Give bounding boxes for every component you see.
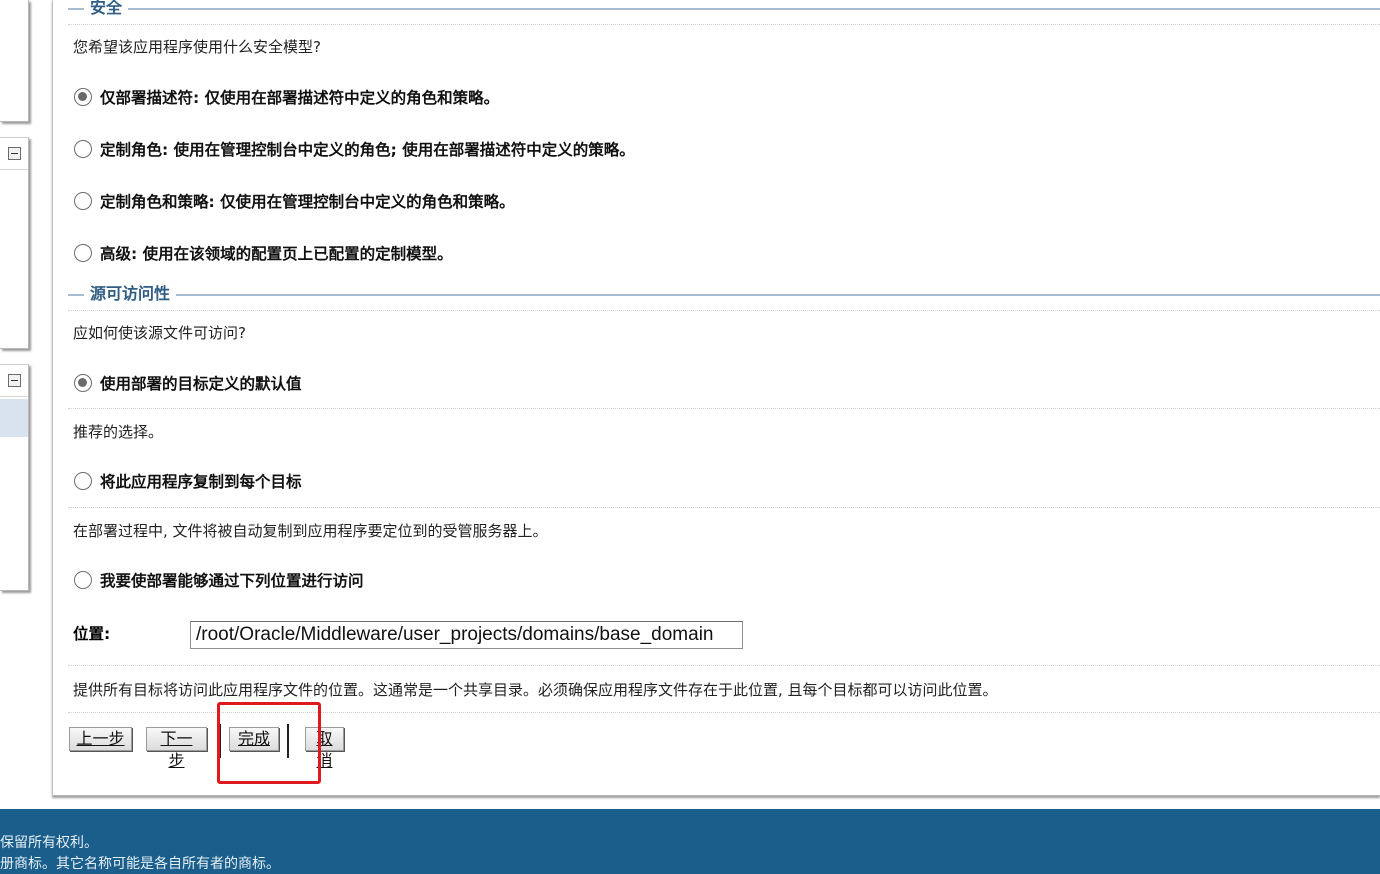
selected-nav-item[interactable]	[0, 399, 28, 437]
option-label: 使用部署的目标定义的默认值	[100, 375, 302, 393]
divider	[68, 8, 1380, 10]
source-option-copy[interactable]: 将此应用程序复制到每个目标	[74, 470, 302, 492]
security-section-header: 安全	[68, 0, 1380, 21]
section-title: 源可访问性	[84, 284, 177, 304]
security-option-advanced[interactable]: 高级: 使用在该领域的配置页上已配置的定制模型。	[74, 242, 453, 264]
security-option-custom-roles-policies[interactable]: 定制角色和策略: 仅使用在管理控制台中定义的角色和策略。	[74, 190, 515, 212]
radio-button[interactable]	[74, 140, 92, 158]
source-question: 应如何使该源文件可访问?	[73, 324, 246, 342]
next-button[interactable]: 下一步	[146, 727, 207, 770]
radio-button[interactable]	[74, 244, 92, 262]
radio-button[interactable]	[74, 472, 92, 490]
option-label: 定制角色: 使用在管理控制台中定义的角色; 使用在部署描述符中定义的策略。	[100, 141, 635, 159]
option-label: 将此应用程序复制到每个目标	[100, 473, 302, 491]
divider	[68, 408, 1380, 409]
collapse-icon[interactable]	[8, 147, 21, 160]
option-help-text: 推荐的选择。	[73, 423, 164, 441]
option-label: 高级: 使用在该领域的配置页上已配置的定制模型。	[100, 245, 453, 263]
highlight-annotation	[217, 702, 321, 784]
radio-button-checked[interactable]	[74, 374, 92, 392]
previous-button[interactable]: 上一步	[69, 727, 132, 751]
security-question: 您希望该应用程序使用什么安全模型?	[73, 38, 321, 56]
security-option-deployment-descriptor[interactable]: 仅部署描述符: 仅使用在部署描述符中定义的角色和策略。	[74, 86, 499, 108]
location-input[interactable]	[190, 621, 743, 649]
divider	[68, 665, 1380, 666]
source-option-default[interactable]: 使用部署的目标定义的默认值	[74, 372, 302, 394]
section-title: 安全	[84, 0, 129, 18]
option-help-text: 在部署过程中, 文件将被自动复制到应用程序要定位到的受管服务器上。	[73, 522, 548, 540]
radio-button[interactable]	[74, 192, 92, 210]
radio-button-checked[interactable]	[74, 88, 92, 106]
footer-trademark: 册商标。其它名称可能是各自所有者的商标。	[0, 856, 280, 872]
option-label: 仅部署描述符: 仅使用在部署描述符中定义的角色和策略。	[100, 89, 500, 107]
security-option-custom-roles[interactable]: 定制角色: 使用在管理控制台中定义的角色; 使用在部署描述符中定义的策略。	[74, 138, 635, 160]
divider	[68, 507, 1380, 508]
divider	[68, 310, 1380, 311]
divider	[68, 294, 1380, 296]
radio-button[interactable]	[74, 571, 92, 589]
divider	[68, 24, 1380, 25]
side-panel-middle	[0, 137, 29, 349]
collapse-icon[interactable]	[8, 374, 21, 387]
side-panel-header	[0, 138, 28, 170]
side-panel-top	[0, 0, 29, 122]
side-panel-bottom	[0, 364, 29, 591]
source-accessibility-section-header: 源可访问性	[68, 284, 1380, 307]
left-sidebar	[0, 0, 40, 810]
option-label: 我要使部署能够通过下列位置进行访问	[100, 572, 364, 590]
footer-copyright: 保留所有权利。	[0, 835, 98, 851]
option-help-text: 提供所有目标将访问此应用程序文件的位置。这通常是一个共享目录。必须确保应用程序文…	[73, 681, 998, 699]
location-label: 位置:	[73, 625, 111, 643]
option-label: 定制角色和策略: 仅使用在管理控制台中定义的角色和策略。	[100, 193, 515, 211]
source-option-location[interactable]: 我要使部署能够通过下列位置进行访问	[74, 569, 364, 591]
main-content-frame: 安全 您希望该应用程序使用什么安全模型? 仅部署描述符: 仅使用在部署描述符中定…	[52, 0, 1380, 796]
footer: 保留所有权利。 册商标。其它名称可能是各自所有者的商标。	[0, 809, 1380, 874]
side-panel-header	[0, 365, 28, 397]
